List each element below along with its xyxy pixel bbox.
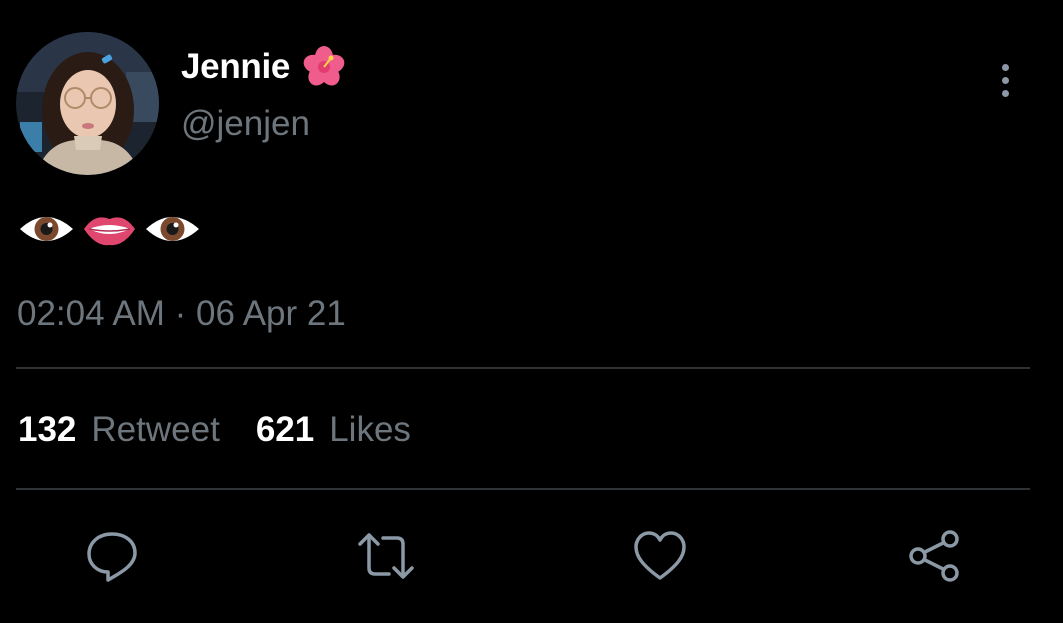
- heart-icon: [634, 531, 686, 580]
- more-dot-icon: [1001, 76, 1009, 84]
- tweet-timestamp[interactable]: 02:04 AM · 06 Apr 21: [17, 294, 346, 334]
- eye-emoji-icon: [20, 217, 73, 241]
- more-options-button[interactable]: [989, 58, 1021, 102]
- share-button[interactable]: [906, 528, 962, 584]
- retweet-icon: [358, 533, 414, 579]
- more-dot-icon: [1001, 63, 1009, 71]
- share-icon: [909, 530, 959, 582]
- eye-emoji-icon: [146, 217, 199, 241]
- tweet-stats: 132 Retweet 621 Likes: [18, 410, 411, 450]
- divider: [16, 488, 1030, 490]
- user-handle[interactable]: @jenjen: [181, 104, 310, 144]
- more-dot-icon: [1001, 89, 1009, 97]
- likes-count[interactable]: 621: [256, 410, 314, 450]
- display-name[interactable]: Jennie: [181, 47, 290, 87]
- likes-label[interactable]: Likes: [329, 410, 411, 450]
- like-button[interactable]: [632, 528, 688, 584]
- avatar[interactable]: [16, 32, 159, 175]
- tweet-body: [18, 205, 201, 253]
- author-name-row: Jennie: [181, 44, 346, 90]
- profile-photo-icon: [16, 32, 159, 175]
- divider: [16, 367, 1030, 369]
- retweet-count[interactable]: 132: [18, 410, 76, 450]
- reply-icon: [87, 532, 137, 582]
- hibiscus-flower-icon: [302, 45, 346, 89]
- reply-button[interactable]: [84, 528, 140, 584]
- retweet-label[interactable]: Retweet: [91, 410, 219, 450]
- mouth-emoji-icon: [84, 217, 135, 246]
- retweet-button[interactable]: [358, 528, 414, 584]
